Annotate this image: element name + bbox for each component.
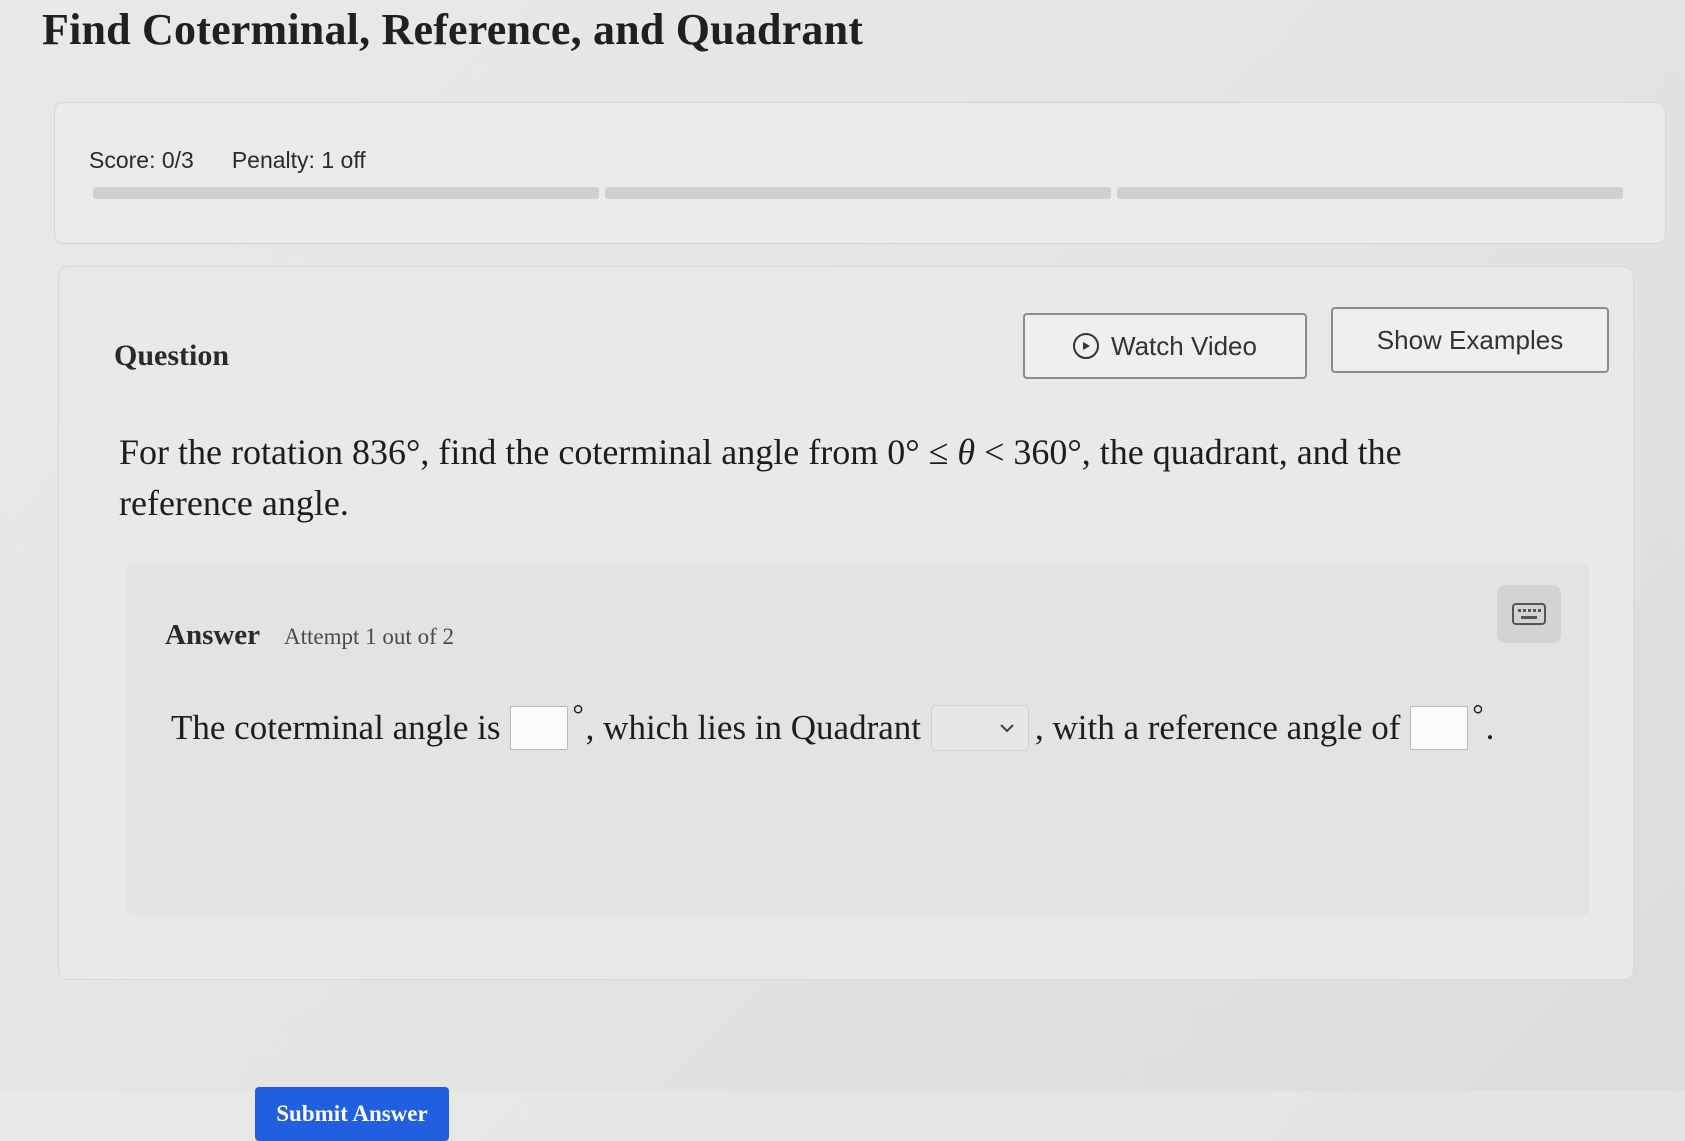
score-row: Score: 0/3 Penalty: 1 off [89, 147, 366, 174]
page-title: Find Coterminal, Reference, and Quadrant [42, 5, 864, 54]
answer-header: Answer Attempt 1 out of 2 [165, 619, 454, 652]
quadrant-select[interactable] [931, 705, 1030, 751]
score-card: Score: 0/3 Penalty: 1 off [54, 102, 1666, 244]
answer-sentence: The coterminal angle is ° , which lies i… [171, 700, 1495, 751]
coterminal-angle-input[interactable] [510, 706, 569, 750]
show-examples-label: Show Examples [1376, 324, 1564, 355]
attempt-counter: Attempt 1 out of 2 [284, 624, 454, 649]
degree-symbol-1: ° [572, 700, 584, 731]
answer-text-end: . [1485, 708, 1495, 747]
progress-segment-3 [1117, 187, 1623, 199]
progress-segment-2 [605, 187, 1111, 199]
answer-text-1: The coterminal angle is [171, 708, 501, 747]
watch-video-button[interactable]: Watch Video [1023, 313, 1307, 379]
keyboard-toggle-button[interactable] [1497, 585, 1561, 643]
theta-symbol: θ [957, 432, 976, 472]
answer-text-2: , which lies in Quadrant [585, 708, 922, 747]
score-text: Score: 0/3 [89, 147, 194, 173]
answer-label: Answer [165, 619, 261, 651]
answer-box: Answer Attempt 1 out of 2 The coterminal… [127, 563, 1589, 1141]
prompt-part-2: , find the coterminal angle from [420, 432, 888, 472]
question-label: Question [114, 339, 230, 372]
question-prompt: For the rotation 836°, find the cotermin… [119, 427, 1539, 529]
penalty-text: Penalty: 1 off [231, 147, 366, 173]
show-examples-button[interactable]: Show Examples [1331, 307, 1609, 373]
progress-segment-1 [93, 187, 599, 199]
range-high: < 360° [975, 432, 1082, 472]
range-low: 0° ≤ [887, 432, 958, 472]
degree-symbol-2: ° [1472, 700, 1484, 731]
rotation-value: 836° [351, 432, 421, 472]
keyboard-icon [1512, 603, 1546, 625]
play-circle-icon [1073, 333, 1099, 359]
chevron-down-icon [1000, 723, 1014, 732]
watch-video-label: Watch Video [1111, 330, 1257, 361]
question-card: Question Watch Video Show Examples For t… [58, 266, 1634, 1141]
reference-angle-input[interactable] [1410, 706, 1469, 750]
submit-answer-button[interactable]: Submit Answer [255, 1087, 449, 1141]
prompt-part-1: For the rotation [119, 432, 352, 472]
answer-text-3: , with a reference angle of [1035, 708, 1401, 747]
score-progress-bar [93, 187, 1623, 199]
